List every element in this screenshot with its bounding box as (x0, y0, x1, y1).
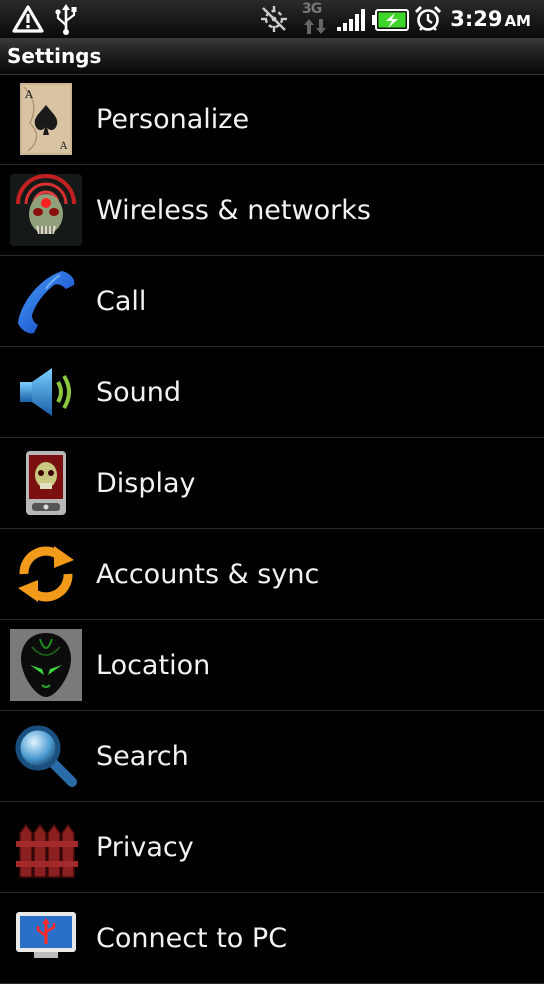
clock-ampm: AM (504, 12, 531, 30)
usb-monitor-icon (16, 912, 76, 958)
3g-icon: 3G (302, 1, 328, 37)
signal-icon (337, 9, 365, 31)
status-bar[interactable]: 3G 3:29 AM (0, 0, 544, 38)
settings-item-location[interactable]: Location (0, 620, 544, 711)
phone-display-icon (26, 451, 66, 515)
settings-item-display[interactable]: Display (0, 438, 544, 529)
settings-item-privacy[interactable]: Privacy (0, 802, 544, 893)
settings-list[interactable]: A A Personalize Wireless & networks Call… (0, 74, 544, 984)
alarm-icon (414, 5, 442, 31)
settings-item-label: Wireless & networks (96, 195, 371, 226)
svg-text:A: A (24, 88, 34, 101)
battery-charging-icon (372, 9, 409, 31)
settings-item-personalize[interactable]: A A Personalize (0, 74, 544, 165)
ace-of-spades-card-icon: A A (20, 83, 72, 155)
warning-icon (12, 5, 44, 33)
network-type-label: 3G (302, 1, 322, 17)
settings-item-label: Connect to PC (96, 923, 288, 954)
settings-item-accounts-sync[interactable]: Accounts & sync (0, 529, 544, 620)
svg-text:A: A (59, 141, 68, 152)
settings-item-label: Privacy (96, 832, 194, 863)
settings-item-label: Sound (96, 377, 182, 408)
clock: 3:29 AM (450, 7, 531, 31)
sync-arrows-icon (18, 546, 74, 602)
usb-icon (55, 4, 77, 35)
settings-item-label: Personalize (96, 104, 250, 135)
fence-icon (16, 823, 78, 878)
settings-item-label: Search (96, 741, 189, 772)
settings-item-search[interactable]: Search (0, 711, 544, 802)
settings-item-sound[interactable]: Sound (0, 347, 544, 438)
skull-radar-icon (10, 174, 82, 246)
settings-item-label: Location (96, 650, 211, 681)
settings-item-label: Call (96, 286, 147, 317)
gps-icon (261, 6, 287, 32)
magnifier-icon (15, 725, 77, 787)
speaker-icon (20, 368, 71, 416)
phone-handset-icon (18, 271, 75, 334)
settings-item-label: Accounts & sync (96, 559, 320, 590)
settings-item-label: Display (96, 468, 196, 499)
clock-time: 3:29 (450, 7, 503, 31)
settings-item-call[interactable]: Call (0, 256, 544, 347)
settings-item-wireless-networks[interactable]: Wireless & networks (0, 165, 544, 256)
alien-head-icon (10, 629, 82, 701)
title-bar: Settings (0, 38, 544, 75)
settings-item-connect-to-pc[interactable]: Connect to PC (0, 893, 544, 984)
page-title: Settings (7, 44, 102, 68)
